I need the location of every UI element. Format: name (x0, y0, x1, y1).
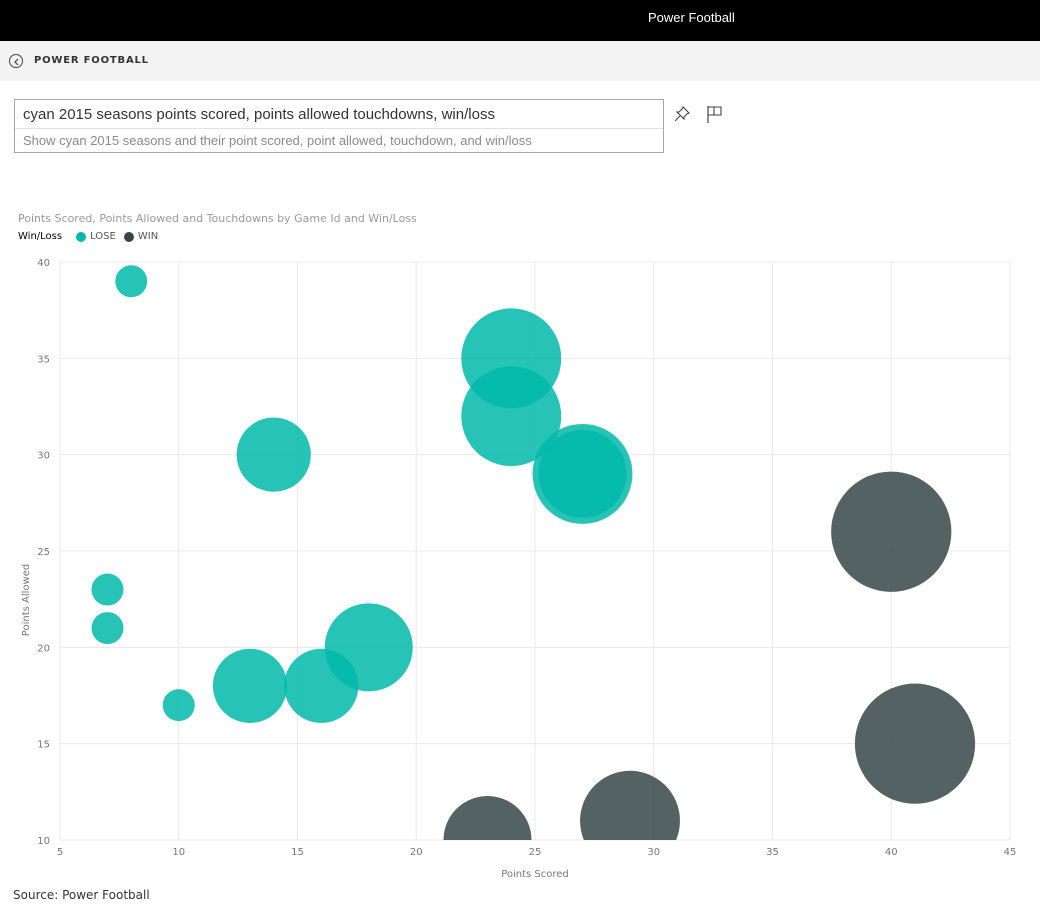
bubble-win[interactable] (831, 471, 952, 592)
y-tick-label: 25 (37, 547, 50, 558)
app-title: Power Football (648, 10, 735, 25)
legend-label-lose: LOSE (90, 231, 116, 242)
flag-icon[interactable] (705, 104, 725, 124)
bubble-win[interactable] (854, 683, 976, 804)
bubble-win[interactable] (443, 796, 532, 880)
x-tick-label: 35 (766, 847, 779, 858)
bubble-lose[interactable] (115, 265, 148, 298)
legend-item-lose[interactable]: LOSE (76, 231, 116, 242)
legend-dot-lose (76, 231, 87, 242)
bubble-win[interactable] (580, 770, 680, 871)
breadcrumb[interactable]: POWER FOOTBALL (34, 55, 149, 66)
bubble-lose[interactable] (236, 417, 311, 492)
legend-item-win[interactable]: WIN (123, 231, 159, 242)
bubble-lose[interactable] (324, 603, 413, 692)
bubble-lose[interactable] (162, 689, 195, 722)
x-axis-ticks: 5 10 15 20 25 30 35 40 45 (57, 847, 1017, 858)
y-axis-ticks: 10 15 20 25 30 35 40 (37, 258, 50, 847)
bubbles (91, 265, 976, 880)
y-tick-label: 10 (37, 836, 50, 847)
x-axis-label: Points Scored (501, 869, 569, 880)
bubble-lose[interactable] (538, 429, 627, 518)
x-tick-label: 40 (885, 847, 898, 858)
source-note: Source: Power Football (13, 888, 150, 902)
legend-title: Win/Loss (18, 231, 63, 242)
legend-dot-win (123, 231, 134, 242)
x-tick-label: 25 (529, 847, 542, 858)
y-tick-label: 40 (37, 258, 50, 269)
bubble-lose[interactable] (212, 648, 288, 723)
y-tick-label: 20 (37, 643, 50, 654)
x-tick-label: 30 (647, 847, 660, 858)
legend-label-win: WIN (137, 231, 159, 242)
bubble-chart: 5 10 15 20 25 30 35 40 45 10 15 20 25 30 35 40 Points … (21, 258, 1017, 880)
x-tick-label: 45 (1004, 847, 1017, 858)
bubble-lose[interactable] (91, 612, 124, 645)
y-tick-label: 35 (37, 354, 50, 365)
chart-title: Points Scored, Points Allowed and Touchd… (18, 212, 417, 225)
breadcrumb-bar: POWER FOOTBALL (0, 41, 1040, 81)
x-tick-label: 5 (57, 847, 63, 858)
qa-restatement: Show cyan 2015 seasons and their point s… (23, 133, 532, 148)
y-tick-label: 15 (37, 740, 50, 751)
bubble-lose[interactable] (91, 573, 124, 606)
app-header: Power Football (0, 0, 1040, 41)
qa-box: Show cyan 2015 seasons and their point s… (14, 99, 664, 153)
back-circle-icon[interactable] (9, 54, 23, 68)
chart-legend: Win/Loss LOSE WIN (18, 231, 166, 242)
y-tick-label: 30 (37, 451, 50, 462)
x-tick-label: 20 (410, 847, 423, 858)
y-axis-label: Points Allowed (21, 564, 32, 636)
pin-icon[interactable] (672, 104, 692, 124)
x-tick-label: 10 (172, 847, 185, 858)
qa-query-input[interactable] (15, 100, 663, 129)
x-tick-label: 15 (291, 847, 304, 858)
